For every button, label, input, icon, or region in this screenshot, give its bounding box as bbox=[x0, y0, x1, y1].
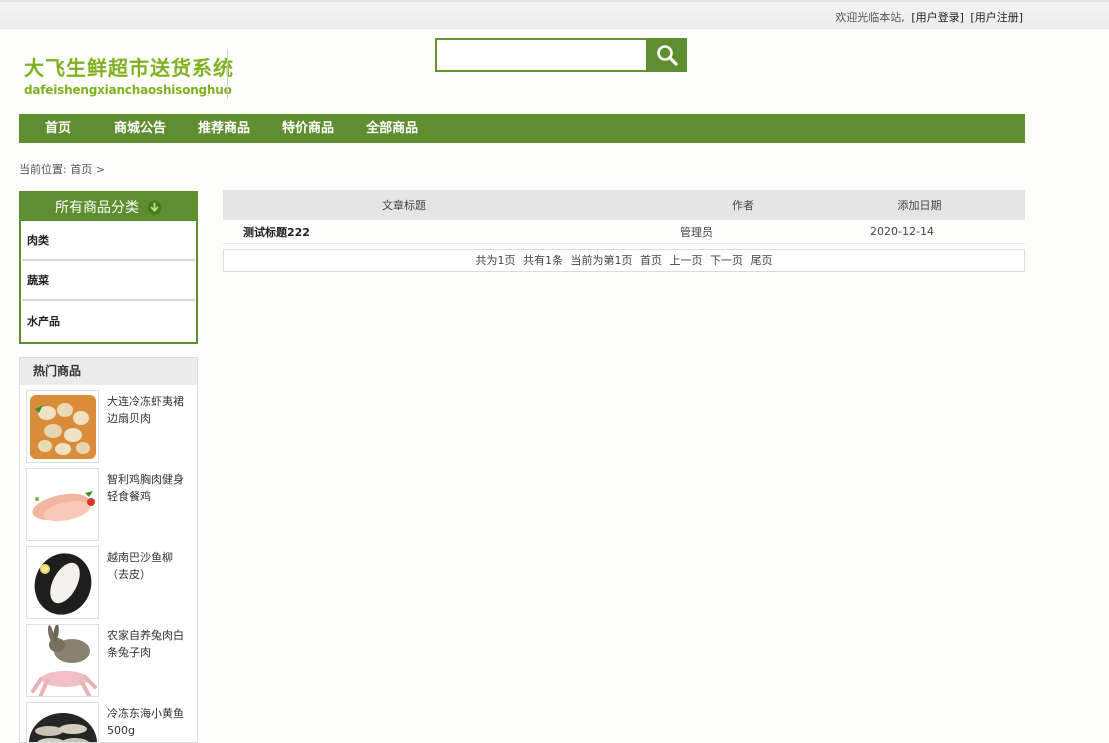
pager-current-page: 当前为第1页 bbox=[570, 254, 633, 267]
category-title: 所有商品分类 bbox=[55, 200, 139, 216]
nav-announcements[interactable]: 商城公告 bbox=[114, 114, 166, 143]
down-arrow-icon bbox=[147, 200, 162, 214]
product-name[interactable]: 智利鸡胸肉健身轻食餐鸡 bbox=[107, 471, 193, 505]
site-logo[interactable]: 大飞生鲜超市送货系统 dafeishengxianchaoshisonghuo bbox=[24, 52, 234, 97]
pager-next[interactable]: 下一页 bbox=[710, 254, 743, 267]
nav-recommended[interactable]: 推荐商品 bbox=[198, 114, 250, 143]
article-author: 管理员 bbox=[680, 225, 713, 239]
product-name[interactable]: 越南巴沙鱼柳（去皮） bbox=[107, 549, 193, 583]
header-author: 作者 bbox=[732, 199, 754, 212]
nav-home[interactable]: 首页 bbox=[45, 114, 71, 143]
article-title-link[interactable]: 测试标题222 bbox=[223, 224, 623, 240]
hot-products-title: 热门商品 bbox=[20, 358, 197, 385]
product-name[interactable]: 冷冻东海小黄鱼500g bbox=[107, 705, 193, 739]
table-header: 文章标题 作者 添加日期 bbox=[223, 190, 1025, 220]
pager-prev[interactable]: 上一页 bbox=[670, 254, 703, 267]
article-table: 文章标题 作者 添加日期 测试标题222 管理员 2020-12-14 bbox=[223, 190, 1025, 244]
pagination: 共为1页 共有1条 当前为第1页 首页 上一页 下一页 尾页 bbox=[223, 249, 1025, 272]
product-name[interactable]: 大连冷冻虾夷裙边扇贝肉 bbox=[107, 393, 193, 427]
logo-title: 大飞生鲜超市送货系统 bbox=[24, 56, 234, 80]
product-image[interactable] bbox=[26, 624, 99, 697]
hot-product-item[interactable]: 越南巴沙鱼柳（去皮） bbox=[20, 541, 197, 619]
pager-first[interactable]: 首页 bbox=[640, 254, 662, 267]
user-links: 欢迎光临本站, [用户登录] [用户注册] bbox=[835, 9, 1023, 25]
header-title: 文章标题 bbox=[382, 199, 426, 212]
hot-product-item[interactable]: 大连冷冻虾夷裙边扇贝肉 bbox=[20, 385, 197, 463]
product-image[interactable] bbox=[26, 702, 99, 742]
product-image[interactable] bbox=[26, 468, 99, 541]
hot-product-item[interactable]: 农家自养兔肉白条兔子肉 bbox=[20, 619, 197, 697]
table-row: 测试标题222 管理员 2020-12-14 bbox=[223, 220, 1025, 244]
search-button[interactable] bbox=[646, 38, 687, 72]
top-bar: 欢迎光临本站, [用户登录] [用户注册] bbox=[0, 0, 1109, 29]
login-link[interactable]: [用户登录] bbox=[911, 11, 964, 24]
logo-subtitle: dafeishengxianchaoshisonghuo bbox=[24, 83, 232, 97]
pager-total-records: 共有1条 bbox=[523, 254, 563, 267]
nav-specials[interactable]: 特价商品 bbox=[282, 114, 334, 143]
hot-products-panel: 热门商品 大连冷冻虾夷裙边扇贝肉 智利鸡胸肉健身轻食餐鸡 越南巴沙鱼柳（去皮） … bbox=[19, 357, 198, 743]
product-image[interactable] bbox=[26, 546, 99, 619]
register-link[interactable]: [用户注册] bbox=[970, 11, 1023, 24]
category-item-vegetables[interactable]: 蔬菜 bbox=[22, 261, 195, 301]
hot-product-item[interactable]: 冷冻东海小黄鱼500g bbox=[20, 697, 197, 742]
welcome-text: 欢迎光临本站, bbox=[835, 11, 905, 24]
product-name[interactable]: 农家自养兔肉白条兔子肉 bbox=[107, 627, 193, 661]
category-item-seafood[interactable]: 水产品 bbox=[22, 301, 195, 341]
nav-all-products[interactable]: 全部商品 bbox=[366, 114, 418, 143]
category-header: 所有商品分类 bbox=[21, 193, 196, 221]
search-bar bbox=[435, 38, 687, 72]
breadcrumb: 当前位置: 首页 > bbox=[19, 163, 105, 176]
logo-divider bbox=[227, 49, 228, 99]
article-date: 2020-12-14 bbox=[870, 225, 934, 238]
pager-total-pages: 共为1页 bbox=[475, 254, 516, 267]
main-nav: 首页 商城公告 推荐商品 特价商品 全部商品 bbox=[19, 114, 1025, 143]
category-item-meat[interactable]: 肉类 bbox=[22, 221, 195, 261]
category-panel: 所有商品分类 肉类 蔬菜 水产品 bbox=[19, 191, 198, 344]
pager-last[interactable]: 尾页 bbox=[751, 254, 773, 267]
search-input[interactable] bbox=[435, 38, 646, 72]
hot-product-item[interactable]: 智利鸡胸肉健身轻食餐鸡 bbox=[20, 463, 197, 541]
header-date: 添加日期 bbox=[897, 199, 942, 212]
search-icon bbox=[656, 45, 678, 66]
product-image[interactable] bbox=[26, 390, 99, 463]
